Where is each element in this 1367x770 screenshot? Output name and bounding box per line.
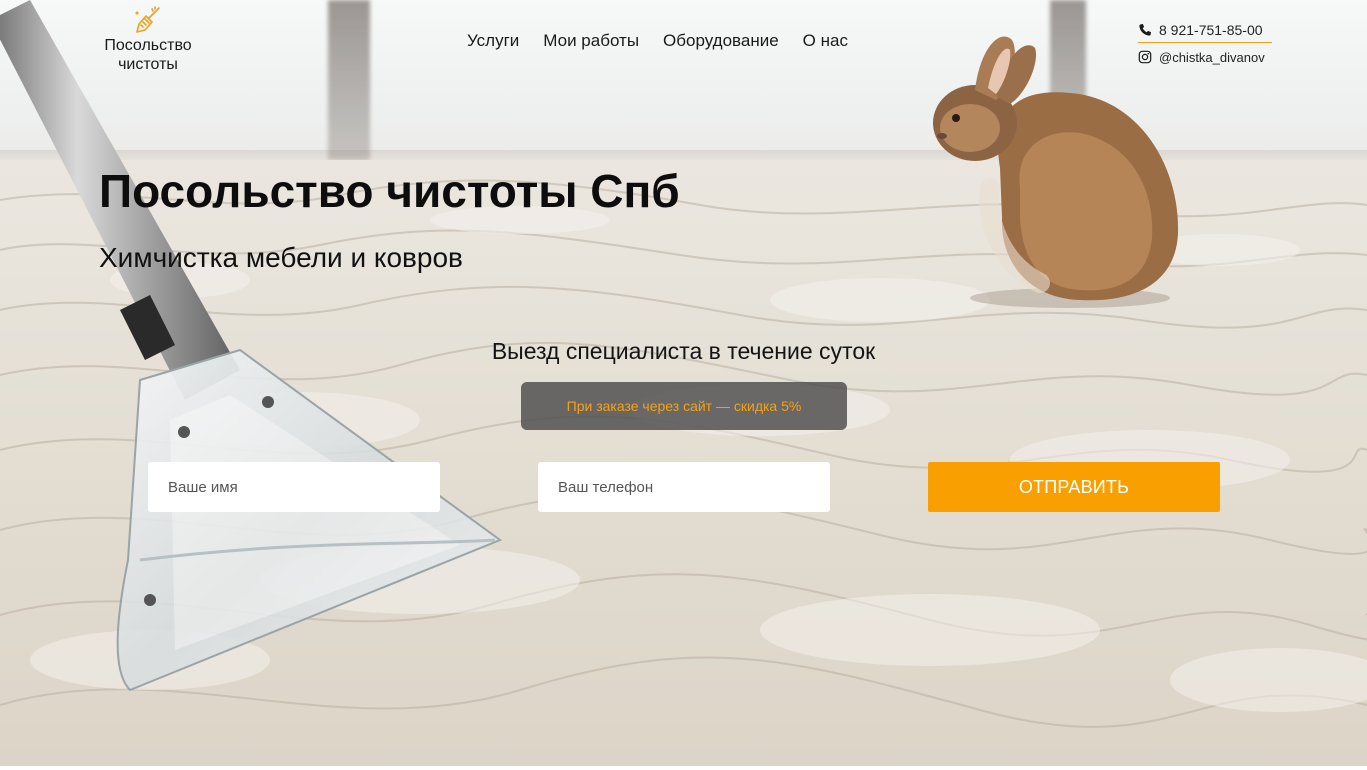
instagram-handle: @chistka_divanov — [1159, 49, 1265, 65]
instagram-link[interactable]: @chistka_divanov — [1138, 47, 1272, 67]
logo[interactable]: Посольство чистоты — [88, 4, 208, 74]
phone-link[interactable]: 8 921-751-85-00 — [1138, 20, 1272, 43]
submit-button[interactable]: ОТПРАВИТЬ — [928, 462, 1220, 512]
visit-note: Выезд специалиста в течение суток — [491, 338, 876, 364]
phone-icon — [1139, 24, 1151, 36]
discount-badge: При заказе через сайт — скидка 5% — [521, 382, 847, 430]
name-input[interactable] — [148, 462, 440, 512]
page-title: Посольство чистоты Спб — [99, 165, 680, 217]
logo-text: Посольство чистоты — [104, 37, 192, 73]
site-header: Посольство чистоты Услуги Мои работы Обо… — [0, 0, 1367, 90]
page-bottom-edge — [0, 766, 1367, 770]
nav-item-about[interactable]: О нас — [791, 30, 860, 52]
instagram-icon — [1138, 50, 1152, 64]
main-nav: Услуги Мои работы Оборудование О нас — [458, 30, 860, 52]
nav-item-my-works[interactable]: Мои работы — [531, 30, 651, 52]
contacts: 8 921-751-85-00 @chistka_divanov — [1138, 20, 1272, 67]
page-subtitle: Химчистка мебели и ковров — [99, 242, 463, 273]
broom-icon — [135, 6, 160, 33]
nav-item-equipment[interactable]: Оборудование — [651, 30, 791, 52]
phone-input[interactable] — [538, 462, 830, 512]
nav-item-services[interactable]: Услуги — [458, 30, 531, 52]
phone-number: 8 921-751-85-00 — [1159, 22, 1263, 38]
